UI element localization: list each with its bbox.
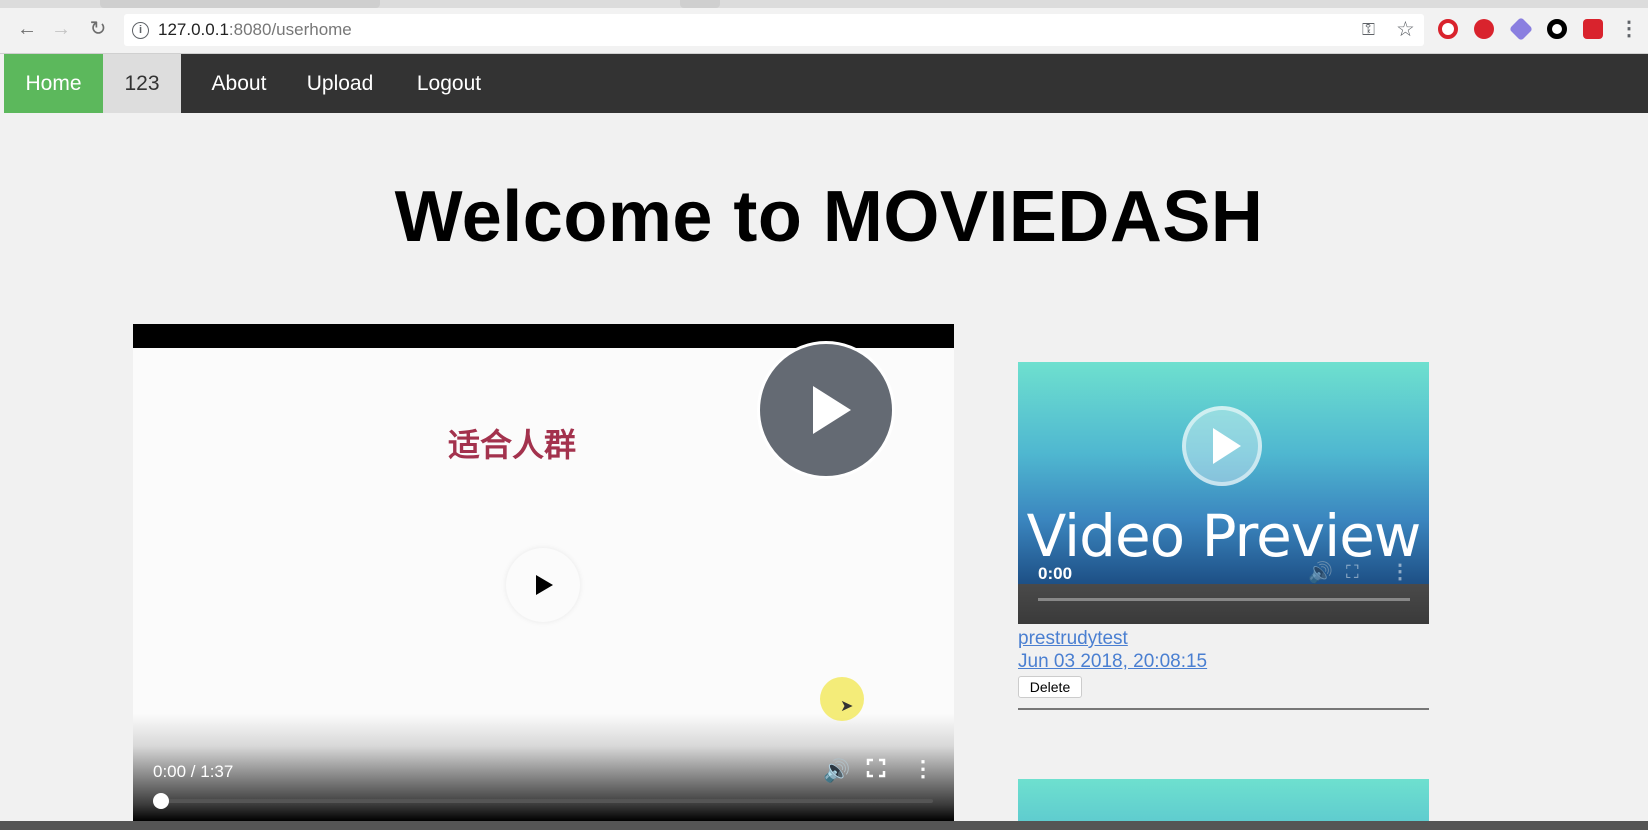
play-icon (813, 386, 851, 434)
inner-play-icon (506, 548, 580, 622)
video-date-link[interactable]: Jun 03 2018, 20:08:15 (1018, 651, 1207, 673)
fullscreen-icon[interactable] (866, 758, 886, 778)
more-options-icon[interactable]: ⋮ (912, 756, 934, 782)
preview-text: Video Preview (1026, 502, 1422, 570)
nav-upload[interactable]: Upload (300, 54, 380, 113)
forward-icon[interactable]: → (50, 18, 72, 40)
url-host: 127.0.0.1 (158, 20, 229, 39)
page-title: Welcome to MOVIEDASH (394, 177, 1264, 257)
sidebar-fullscreen-icon[interactable]: ⛶ (1346, 562, 1359, 583)
site-navbar: Home 123 About Upload Logout (4, 54, 1648, 113)
bookmark-star-icon[interactable]: ☆ (1396, 17, 1415, 42)
browser-menu-icon[interactable]: ⋮ (1619, 16, 1639, 41)
opera-extension-icon[interactable] (1438, 19, 1458, 39)
sidebar-more-icon[interactable]: ⋮ (1390, 559, 1410, 584)
browser-tab[interactable] (680, 0, 720, 8)
info-icon[interactable]: i (132, 22, 149, 39)
cursor-icon: ➤ (840, 698, 854, 715)
delete-button[interactable]: Delete (1018, 676, 1082, 698)
video-title-link[interactable]: prestrudytest (1018, 628, 1128, 650)
sidebar-video-time: 0:00 (1038, 564, 1073, 583)
preview-play-icon (1213, 428, 1241, 464)
sidebar-video-player[interactable]: Video Preview 0:00 🔊 ⛶ ⋮ (1018, 362, 1429, 624)
nav-user[interactable]: 123 (103, 54, 181, 113)
reload-icon[interactable]: ↻ (87, 18, 109, 40)
extension-ring-icon[interactable] (1547, 19, 1567, 39)
key-icon[interactable]: ⚿ (1362, 20, 1375, 40)
progress-knob[interactable] (153, 793, 169, 809)
card-divider (1018, 708, 1429, 710)
video-caption: 适合人群 (448, 426, 577, 464)
volume-icon[interactable]: 🔊 (823, 758, 850, 784)
bottom-bar (0, 821, 1648, 830)
tab-strip (0, 0, 1648, 8)
big-play-button[interactable] (757, 341, 895, 479)
sidebar-video-controls (1018, 584, 1429, 624)
nav-home[interactable]: Home (4, 54, 103, 113)
sidebar-progress-bar[interactable] (1038, 598, 1410, 601)
nav-logout[interactable]: Logout (409, 54, 489, 113)
back-icon[interactable]: ← (16, 18, 38, 40)
nav-about[interactable]: About (199, 54, 279, 113)
video-progress-bar[interactable] (153, 793, 933, 809)
extension-red-icon[interactable] (1583, 19, 1603, 39)
url-path: :8080/userhome (228, 20, 352, 39)
adblock-extension-icon[interactable] (1474, 19, 1494, 39)
url-text[interactable]: 127.0.0.1:8080/userhome (158, 20, 352, 40)
browser-tab[interactable] (100, 0, 380, 8)
video-time: 0:00 / 1:37 (153, 762, 234, 781)
sidebar-volume-icon[interactable]: 🔊 (1308, 560, 1333, 585)
